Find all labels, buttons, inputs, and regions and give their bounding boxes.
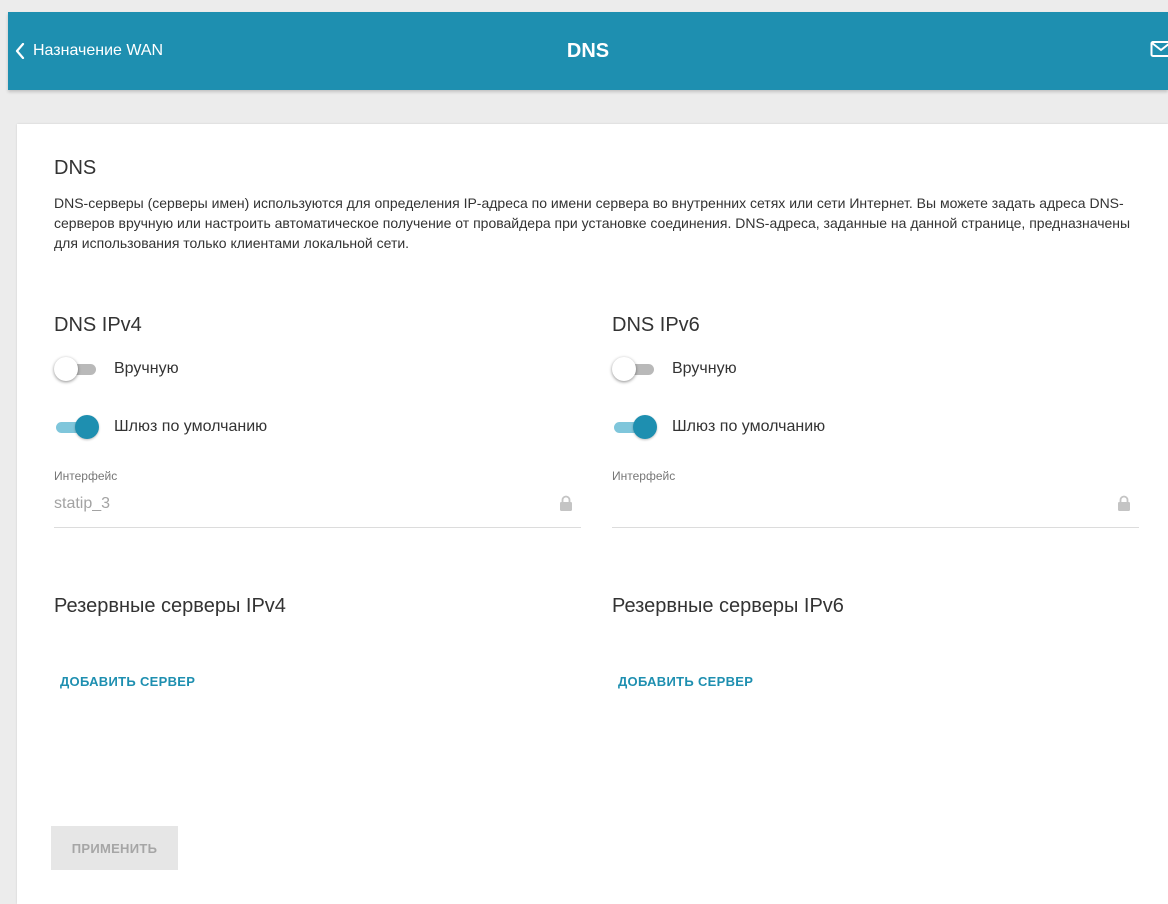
toggle-switch-on[interactable] — [54, 414, 98, 440]
apply-button[interactable]: ПРИМЕНИТЬ — [51, 826, 178, 870]
ipv4-default-gateway-toggle[interactable]: Шлюз по умолчанию — [54, 414, 267, 440]
back-button[interactable]: Назначение WAN — [15, 12, 163, 90]
toggle-switch-off[interactable] — [54, 356, 98, 382]
ipv6-section-title: DNS IPv6 — [612, 314, 700, 337]
ipv4-add-server-button[interactable]: ДОБАВИТЬ СЕРВЕР — [60, 674, 195, 689]
ipv6-default-gateway-label: Шлюз по умолчанию — [672, 418, 825, 436]
back-label: Назначение WAN — [33, 42, 163, 60]
top-bar: Назначение WAN DNS — [8, 12, 1168, 90]
ipv6-interface-input[interactable] — [612, 491, 1102, 517]
ipv6-manual-label: Вручную — [672, 360, 737, 378]
ipv4-interface-field: Интерфейс — [54, 469, 581, 529]
lock-icon — [559, 495, 573, 512]
page-title: DNS — [8, 12, 1168, 90]
ipv6-add-server-button[interactable]: ДОБАВИТЬ СЕРВЕР — [618, 674, 753, 689]
ipv6-interface-field: Интерфейс — [612, 469, 1139, 529]
envelope-icon[interactable] — [1150, 40, 1168, 58]
chevron-left-icon — [15, 43, 25, 59]
ipv4-section-title: DNS IPv4 — [54, 314, 142, 337]
dns-settings-card: DNS DNS-серверы (серверы имен) использую… — [17, 124, 1168, 904]
ipv6-manual-toggle[interactable]: Вручную — [612, 356, 737, 382]
ipv4-interface-input[interactable] — [54, 491, 544, 517]
ipv4-interface-label: Интерфейс — [54, 469, 117, 483]
ipv6-interface-label: Интерфейс — [612, 469, 675, 483]
field-underline — [54, 527, 581, 528]
field-underline — [612, 527, 1139, 528]
toggle-switch-on[interactable] — [612, 414, 656, 440]
ipv6-default-gateway-toggle[interactable]: Шлюз по умолчанию — [612, 414, 825, 440]
toggle-switch-off[interactable] — [612, 356, 656, 382]
lock-icon — [1117, 495, 1131, 512]
ipv6-column: DNS IPv6 Вручную Шлюз по умолчанию Интер… — [612, 124, 1139, 904]
ipv4-manual-label: Вручную — [114, 360, 179, 378]
ipv4-manual-toggle[interactable]: Вручную — [54, 356, 179, 382]
ipv4-backup-servers-title: Резервные серверы IPv4 — [54, 595, 286, 618]
ipv6-backup-servers-title: Резервные серверы IPv6 — [612, 595, 844, 618]
ipv4-default-gateway-label: Шлюз по умолчанию — [114, 418, 267, 436]
ipv4-column: DNS IPv4 Вручную Шлюз по умолчанию Интер… — [54, 124, 581, 904]
